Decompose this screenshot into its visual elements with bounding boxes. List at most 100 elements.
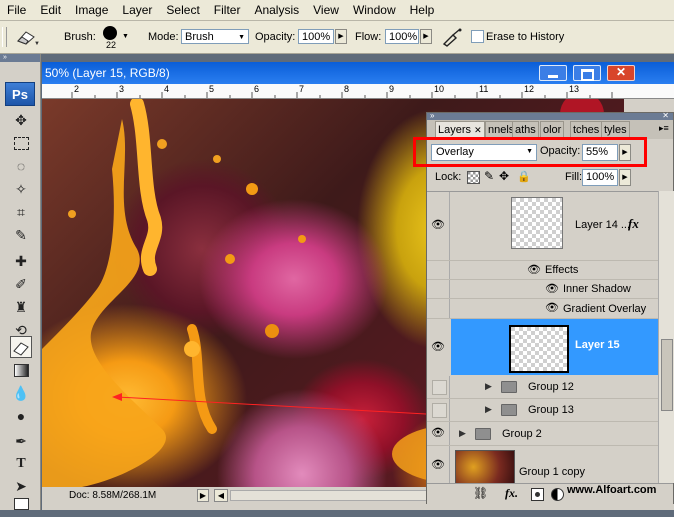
lasso-tool-icon[interactable]: ◌ — [10, 155, 32, 177]
brush-preview-icon[interactable] — [103, 26, 117, 40]
airbrush-icon[interactable] — [441, 27, 463, 47]
close-icon[interactable]: ✕ — [474, 125, 482, 135]
menu-filter[interactable]: Filter — [207, 3, 248, 17]
layer-effects-row[interactable]: 👁 Effects — [427, 261, 658, 280]
document-title-bar[interactable]: 50% (Layer 15, RGB/8) ✕ — [42, 62, 674, 84]
menu-image[interactable]: Image — [68, 3, 115, 17]
layer-opacity-slider-button[interactable]: ▶ — [619, 144, 631, 161]
menu-help[interactable]: Help — [403, 3, 442, 17]
fill-slider-button[interactable]: ▶ — [619, 169, 631, 186]
menu-view[interactable]: View — [306, 3, 346, 17]
status-menu-button[interactable]: ▶ — [197, 489, 209, 502]
menu-select[interactable]: Select — [159, 3, 206, 17]
visibility-eye-icon[interactable]: 👁 — [430, 458, 446, 472]
photoshop-logo[interactable]: Ps — [5, 82, 35, 106]
panel-header[interactable]: » ✕ — [427, 111, 673, 120]
magic-wand-tool-icon[interactable]: ✧ — [10, 178, 32, 200]
visibility-eye-icon[interactable]: 👁 — [545, 282, 559, 295]
menu-file[interactable]: File — [0, 3, 33, 17]
chevron-down-icon[interactable]: ▼ — [122, 33, 129, 40]
options-grip[interactable] — [2, 27, 7, 47]
visibility-eye-icon[interactable]: 👁 — [545, 301, 559, 314]
brush-size: 22 — [106, 40, 117, 50]
fx-icon[interactable]: fx — [628, 216, 639, 232]
mode-select[interactable]: Brush ▼ — [181, 29, 249, 44]
flow-label: Flow: — [355, 31, 382, 43]
add-layer-style-icon[interactable]: fx. — [505, 486, 518, 501]
layer-row-layer-14[interactable]: 👁 Layer 14 ... fx — [427, 192, 658, 261]
layer-row-group-13[interactable]: ▶ Group 13 — [427, 399, 658, 422]
close-button[interactable]: ✕ — [607, 65, 635, 81]
expand-triangle-icon[interactable]: ▶ — [485, 381, 492, 392]
move-tool-icon[interactable]: ✥ — [10, 109, 32, 131]
erase-history-checkbox[interactable] — [471, 30, 484, 43]
flow-input[interactable]: 100% — [385, 29, 419, 44]
expand-triangle-icon[interactable]: ▶ — [459, 428, 466, 439]
layers-vertical-scrollbar[interactable] — [658, 191, 674, 483]
dodge-tool-icon[interactable]: ● — [10, 405, 32, 427]
gradient-tool-icon[interactable] — [10, 359, 32, 381]
horizontal-ruler: 2 3 4 5 6 7 8 9 10 11 12 13 — [42, 84, 674, 99]
minimize-button[interactable] — [539, 65, 567, 81]
eraser-tool-preset-icon[interactable]: ▼ — [14, 28, 40, 47]
lock-pixels-icon[interactable]: ✎ — [484, 169, 494, 183]
scroll-left-button[interactable]: ◀ — [214, 489, 228, 502]
inner-shadow-label: Inner Shadow — [563, 283, 631, 295]
panel-collapse-icon[interactable]: » — [0, 54, 40, 62]
menu-edit[interactable]: Edit — [33, 3, 68, 17]
path-selection-tool-icon[interactable]: ➤ — [10, 475, 32, 497]
shape-tool-icon[interactable] — [10, 495, 32, 517]
healing-brush-tool-icon[interactable]: ✚ — [10, 250, 32, 272]
menu-window[interactable]: Window — [346, 3, 403, 17]
restore-button[interactable] — [573, 65, 601, 81]
visibility-eye-icon[interactable]: 👁 — [430, 340, 446, 354]
column-divider — [449, 280, 450, 298]
lock-position-icon[interactable]: ✥ — [499, 169, 509, 183]
column-divider — [449, 192, 450, 260]
menu-layer[interactable]: Layer — [115, 3, 159, 17]
add-mask-icon[interactable] — [531, 488, 544, 501]
visibility-toggle[interactable] — [432, 380, 447, 395]
layer-row-group-12[interactable]: ▶ Group 12 — [427, 376, 658, 399]
opacity-label: Opacity: — [255, 31, 296, 43]
panel-close-icon[interactable]: ✕ — [662, 111, 669, 120]
opacity-input[interactable]: 100% — [298, 29, 334, 44]
expand-triangle-icon[interactable]: ▶ — [485, 404, 492, 415]
fill-input[interactable]: 100% — [582, 169, 618, 186]
visibility-eye-icon[interactable]: 👁 — [430, 426, 446, 440]
lock-transparency-icon[interactable] — [467, 171, 480, 184]
ruler-tick-7: 7 — [299, 84, 305, 94]
visibility-toggle[interactable] — [432, 403, 447, 418]
link-layers-icon[interactable]: ⛓ — [473, 486, 488, 500]
scrollbar-thumb[interactable] — [661, 339, 673, 411]
lock-all-icon[interactable]: 🔒 — [517, 170, 531, 183]
blend-mode-select[interactable]: Overlay ▼ — [431, 144, 537, 161]
crop-tool-icon[interactable]: ⌗ — [10, 201, 32, 223]
effect-inner-shadow-row[interactable]: 👁 Inner Shadow — [427, 280, 658, 299]
marquee-tool-icon[interactable] — [10, 132, 32, 154]
mode-label: Mode: — [148, 31, 179, 43]
panel-menu-icon[interactable]: ▸≡ — [659, 123, 669, 134]
flow-slider-button[interactable]: ▶ — [420, 29, 432, 44]
visibility-eye-icon[interactable]: 👁 — [430, 218, 446, 232]
pen-tool-icon[interactable]: ✒ — [10, 430, 32, 452]
layers-tab-bar: » ✕ Layers ✕ nnels aths olor tches tyles… — [427, 111, 673, 139]
layer-row-group-1-copy[interactable]: 👁 Group 1 copy — [427, 446, 658, 484]
eyedropper-tool-icon[interactable]: ✎ — [10, 224, 32, 246]
layer-opacity-input[interactable]: 55% — [582, 144, 618, 161]
layer-row-layer-15[interactable]: Layer 15 — [451, 319, 658, 375]
blur-tool-icon[interactable]: 💧 — [10, 382, 32, 404]
clone-stamp-tool-icon[interactable]: ♜ — [10, 296, 32, 318]
type-tool-icon[interactable]: T — [10, 453, 32, 475]
panel-expand-icon[interactable]: » — [430, 111, 434, 120]
folder-icon — [501, 404, 517, 416]
menu-analysis[interactable]: Analysis — [247, 3, 306, 17]
visibility-eye-icon[interactable]: 👁 — [527, 263, 541, 276]
layer-row-group-2[interactable]: 👁 ▶ Group 2 — [427, 422, 658, 446]
effect-gradient-overlay-row[interactable]: 👁 Gradient Overlay — [427, 299, 658, 319]
blend-mode-value: Overlay — [436, 146, 474, 158]
eraser-tool-icon[interactable] — [10, 336, 32, 358]
brush-tool-icon[interactable]: ✐ — [10, 273, 32, 295]
adjustment-layer-icon[interactable] — [551, 488, 564, 501]
opacity-slider-button[interactable]: ▶ — [335, 29, 347, 44]
